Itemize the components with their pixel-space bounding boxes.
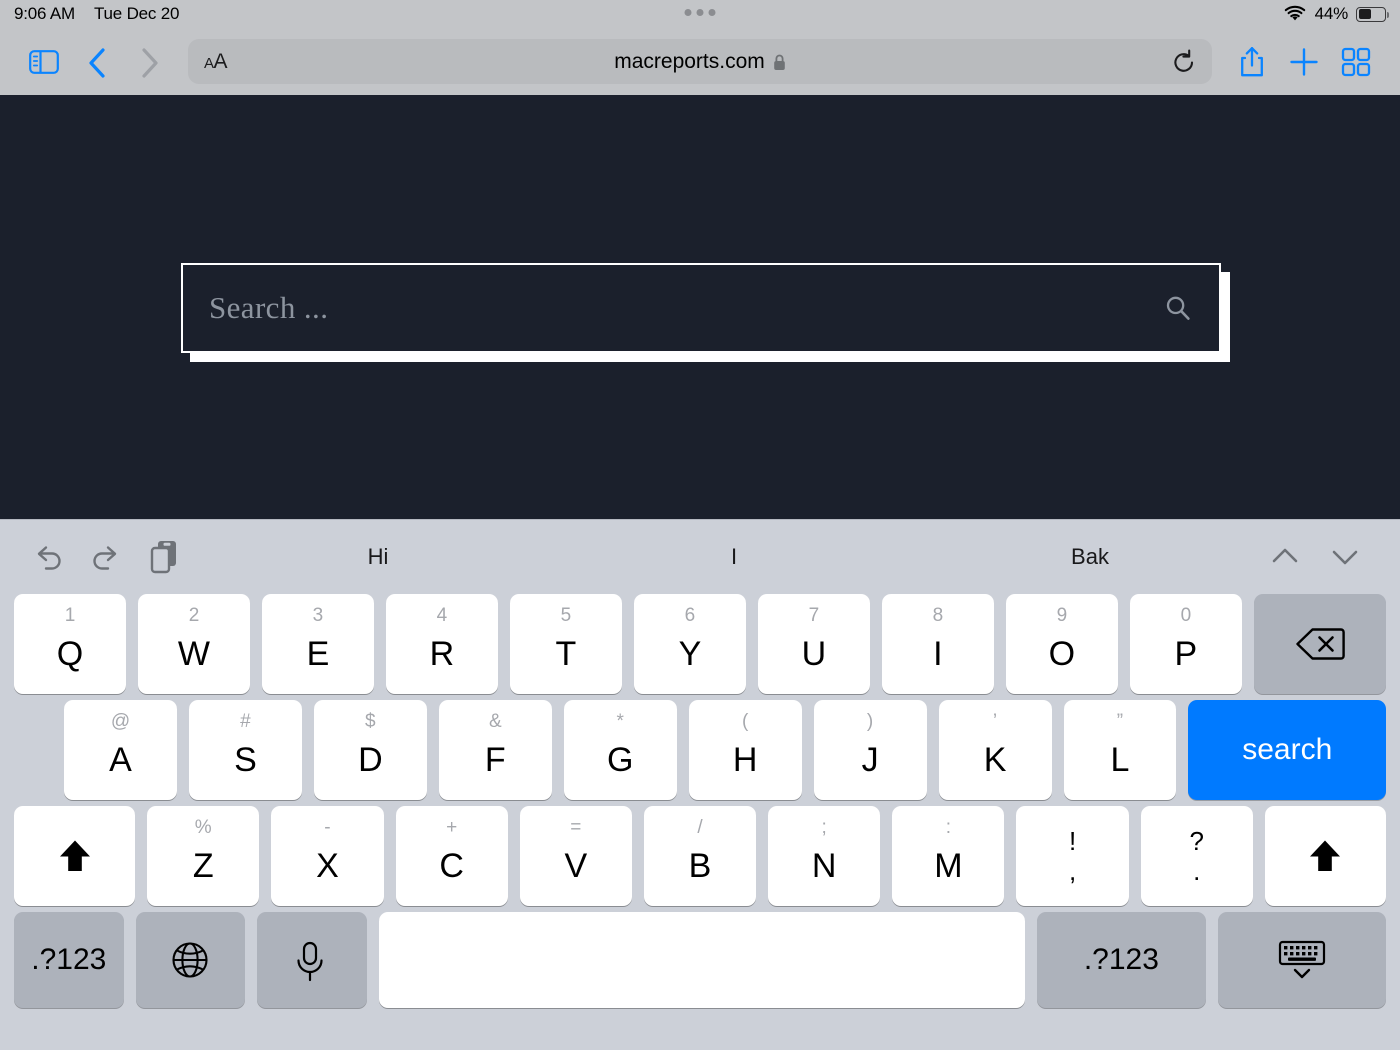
share-button[interactable] bbox=[1226, 36, 1278, 88]
status-date: Tue Dec 20 bbox=[93, 4, 180, 23]
site-search-container bbox=[181, 263, 1230, 362]
prediction-item-0[interactable]: Hi bbox=[200, 544, 556, 570]
site-search-box[interactable] bbox=[181, 263, 1221, 353]
status-right-cluster: 44% bbox=[1283, 4, 1390, 24]
key-shift-right[interactable] bbox=[1264, 806, 1386, 906]
key-s[interactable]: # S bbox=[188, 700, 302, 800]
key-backspace[interactable] bbox=[1253, 594, 1386, 694]
key-numeric-left[interactable]: .?123 bbox=[14, 912, 124, 1008]
status-time: 9:06 AM bbox=[14, 4, 75, 23]
key-z[interactable]: % Z bbox=[147, 806, 260, 906]
key-g[interactable]: * G bbox=[563, 700, 677, 800]
address-bar[interactable]: AA macreports.com bbox=[188, 39, 1212, 84]
editing-tools bbox=[0, 535, 200, 579]
key-o[interactable]: 9O bbox=[1005, 594, 1118, 694]
prediction-list: Hi I Bak bbox=[200, 544, 1268, 570]
on-screen-keyboard: Hi I Bak 1Q 2 W 3 E 4 R 5 T 6 Y 7 U 8 I … bbox=[0, 519, 1400, 1050]
key-c[interactable]: + C bbox=[395, 806, 508, 906]
globe-icon bbox=[170, 940, 210, 980]
battery-icon bbox=[1356, 6, 1390, 22]
undo-icon[interactable] bbox=[26, 535, 70, 579]
key-numeric-right[interactable]: .?123 bbox=[1037, 912, 1206, 1008]
reload-button[interactable] bbox=[1172, 49, 1196, 75]
search-input[interactable] bbox=[209, 290, 1163, 326]
back-button[interactable] bbox=[70, 36, 122, 88]
key-dismiss-keyboard[interactable] bbox=[1217, 912, 1386, 1008]
sidebar-toggle-button[interactable] bbox=[18, 36, 70, 88]
key-d[interactable]: $ D bbox=[313, 700, 427, 800]
keyboard-row-2: @ A # S $ D & F * G (H ) J ’ K ” L search bbox=[8, 700, 1392, 800]
key-n[interactable]: ; N bbox=[768, 806, 881, 906]
chevron-down-icon[interactable] bbox=[1328, 540, 1362, 574]
chevron-right-icon bbox=[139, 47, 158, 78]
key-r[interactable]: 4R bbox=[385, 594, 498, 694]
form-navigation-arrows bbox=[1268, 540, 1400, 574]
key-i[interactable]: 8I bbox=[881, 594, 994, 694]
url-text: macreports.com bbox=[614, 49, 765, 73]
key-f[interactable]: & F bbox=[438, 700, 552, 800]
key-w[interactable]: 2W bbox=[137, 594, 250, 694]
key-b[interactable]: / B bbox=[643, 806, 757, 906]
share-icon bbox=[1237, 45, 1267, 79]
shift-icon bbox=[58, 838, 92, 874]
key-globe[interactable] bbox=[135, 912, 246, 1008]
forward-button[interactable] bbox=[122, 36, 174, 88]
wifi-icon bbox=[1283, 5, 1307, 23]
magnifier-icon[interactable] bbox=[1163, 293, 1193, 323]
web-page-content bbox=[0, 95, 1400, 519]
key-exclamation-comma[interactable]: ! , bbox=[1016, 806, 1129, 906]
plus-icon bbox=[1288, 46, 1320, 78]
chevron-left-icon bbox=[87, 47, 105, 78]
key-p[interactable]: 0P bbox=[1129, 594, 1242, 694]
microphone-icon bbox=[292, 940, 332, 982]
key-a[interactable]: @ A bbox=[64, 700, 177, 800]
key-l[interactable]: ” L bbox=[1063, 700, 1177, 800]
key-x[interactable]: -X bbox=[271, 806, 384, 906]
tab-overview-button[interactable] bbox=[1330, 36, 1382, 88]
key-space[interactable] bbox=[378, 912, 1026, 1008]
key-m[interactable]: :M bbox=[892, 806, 1005, 906]
ipad-screen: 9:06 AM Tue Dec 20 44% AA macreports.com… bbox=[0, 0, 1400, 1050]
url-display[interactable]: macreports.com bbox=[188, 39, 1212, 84]
paste-icon[interactable] bbox=[142, 535, 186, 579]
sidebar-icon bbox=[29, 49, 59, 74]
keyboard-rows: 1Q 2W 3E 4R 5T 6Y 7U 8I 9O 0P @ A # S $ … bbox=[0, 594, 1400, 1008]
key-return-search[interactable]: search bbox=[1188, 700, 1387, 800]
predictive-text-bar: Hi I Bak bbox=[0, 519, 1400, 594]
shift-icon bbox=[1308, 838, 1342, 874]
chevron-up-icon[interactable] bbox=[1268, 540, 1302, 574]
prediction-item-2[interactable]: Bak bbox=[912, 544, 1268, 570]
keyboard-row-4: .?123 .?123 bbox=[8, 912, 1392, 1008]
backspace-icon bbox=[1294, 625, 1346, 663]
keyboard-row-3: % Z -X + C = V / B ; N :M ! , ? . bbox=[8, 806, 1392, 906]
key-t[interactable]: 5T bbox=[509, 594, 622, 694]
key-u[interactable]: 7U bbox=[757, 594, 870, 694]
new-tab-button[interactable] bbox=[1278, 36, 1330, 88]
key-e[interactable]: 3E bbox=[261, 594, 374, 694]
keyboard-row-1: 1Q 2W 3E 4R 5T 6Y 7U 8I 9O 0P bbox=[8, 594, 1392, 694]
key-y[interactable]: 6Y bbox=[633, 594, 746, 694]
key-question-period[interactable]: ? . bbox=[1140, 806, 1253, 906]
status-bar: 9:06 AM Tue Dec 20 44% bbox=[0, 0, 1400, 28]
tab-overview-icon bbox=[1341, 47, 1371, 77]
window-grabber-dots[interactable] bbox=[684, 9, 716, 16]
key-h[interactable]: (H bbox=[688, 700, 802, 800]
key-v[interactable]: = V bbox=[519, 806, 632, 906]
key-k[interactable]: ’ K bbox=[938, 700, 1052, 800]
key-dictation[interactable] bbox=[257, 912, 367, 1008]
key-j[interactable]: ) J bbox=[813, 700, 927, 800]
battery-percent: 44% bbox=[1314, 4, 1349, 23]
safari-toolbar: AA macreports.com bbox=[0, 28, 1400, 95]
lock-icon bbox=[773, 54, 786, 70]
dismiss-keyboard-icon bbox=[1274, 938, 1330, 982]
prediction-item-1[interactable]: I bbox=[556, 544, 912, 570]
redo-icon[interactable] bbox=[84, 535, 128, 579]
key-shift-left[interactable] bbox=[14, 806, 136, 906]
key-q[interactable]: 1Q bbox=[14, 594, 126, 694]
